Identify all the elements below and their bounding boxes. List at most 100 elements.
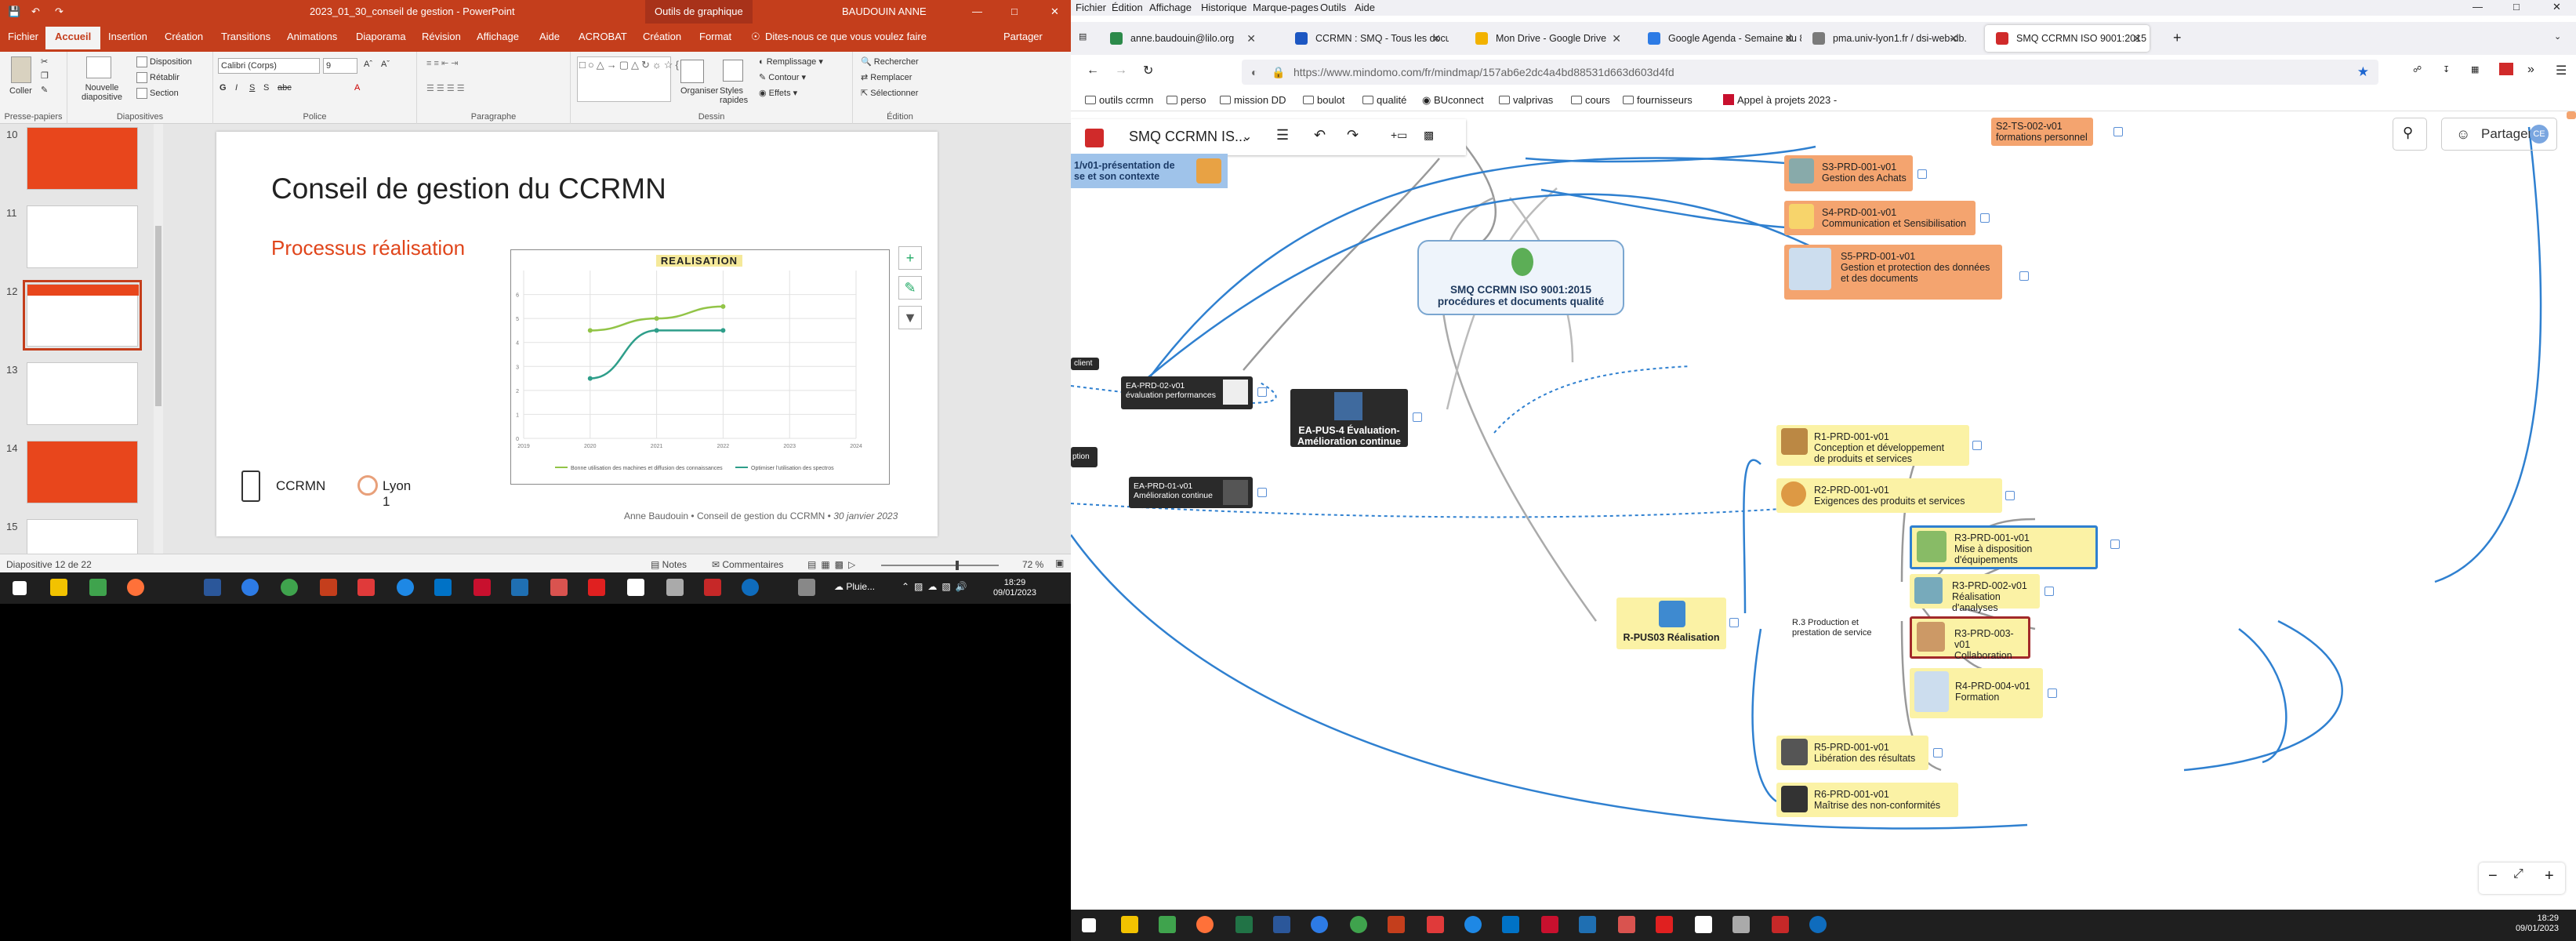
tab-creation[interactable]: Création xyxy=(165,31,203,42)
arrange-button[interactable]: Organiser xyxy=(680,86,718,96)
app-icon[interactable] xyxy=(1732,916,1750,933)
attachment-tag[interactable] xyxy=(1729,618,1739,627)
bullets-icon[interactable]: ≡ ≡ ⇤ ⇥ xyxy=(426,58,458,68)
node-r-pus03[interactable]: R-PUS03 Réalisation xyxy=(1616,598,1726,649)
node-presentation[interactable]: 1/v01-présentation de se et son contexte xyxy=(1071,154,1228,188)
menu-affichage[interactable]: Affichage xyxy=(1149,2,1192,13)
skype-icon[interactable] xyxy=(241,579,259,596)
quick-styles-button[interactable]: Styles rapides xyxy=(720,86,751,105)
maximize-icon[interactable]: □ xyxy=(2513,1,2520,13)
slide-thumbnail[interactable] xyxy=(27,127,138,190)
filezilla-icon[interactable] xyxy=(1772,916,1789,933)
font-size-select[interactable]: 9 xyxy=(323,58,357,74)
bookmark-folder[interactable]: mission DD xyxy=(1220,94,1286,106)
back-icon[interactable]: ← xyxy=(1087,64,1099,78)
shield-icon[interactable]: ◐ xyxy=(1251,66,1257,78)
browser-tab[interactable]: Mon Drive - Google Drive ✕ xyxy=(1464,25,1629,52)
browser-tab[interactable]: Google Agenda - Semaine du 8... ✕ xyxy=(1637,25,1801,52)
extension-icon[interactable]: ▦ xyxy=(2471,64,2479,74)
firefox-icon[interactable] xyxy=(127,579,144,596)
node-r5[interactable]: R5-PRD-001-v01 Libération des résultats xyxy=(1776,736,1928,770)
attachment-tag[interactable] xyxy=(1257,488,1267,497)
attachment-tag[interactable] xyxy=(1972,441,1982,450)
slide-title[interactable]: Conseil de gestion du CCRMN xyxy=(271,173,666,205)
attachment-tag[interactable] xyxy=(2113,127,2123,136)
search-app-icon[interactable] xyxy=(627,579,644,596)
font-color-icon[interactable]: A xyxy=(354,83,360,93)
italic-icon[interactable]: I xyxy=(235,83,238,93)
tab-chart-creation[interactable]: Création xyxy=(643,31,681,42)
powerpoint-icon[interactable] xyxy=(320,579,337,596)
tab-revision[interactable]: Révision xyxy=(422,31,461,42)
tab-transitions[interactable]: Transitions xyxy=(221,31,270,42)
word-icon[interactable] xyxy=(204,579,221,596)
chart-object[interactable]: 0 1 2 3 4 5 6 2019 2020 2021 2022 2023 2024 Bonne uti… xyxy=(510,249,890,485)
node-ea-prd02[interactable]: EA-PRD-02-v01 évaluation performances xyxy=(1121,376,1253,409)
node-ption[interactable]: ption xyxy=(1071,447,1098,467)
bold-icon[interactable]: G xyxy=(220,83,227,93)
search-app-icon[interactable] xyxy=(1695,916,1712,933)
add-subtopic-icon[interactable]: ▩ xyxy=(1424,129,1434,142)
tab-close-icon[interactable]: ✕ xyxy=(1784,32,1794,45)
tab-animations[interactable]: Animations xyxy=(287,31,337,42)
taskbar-clock[interactable]: 18:29 09/01/2023 xyxy=(2516,914,2559,934)
undo-icon[interactable]: ↶ xyxy=(1314,127,1326,144)
browser-tab[interactable]: pma.univ-lyon1.fr / dsi-web-db.univ✕ xyxy=(1801,25,1966,52)
tab-diaporama[interactable]: Diaporama xyxy=(356,31,406,42)
acrobat-icon[interactable] xyxy=(357,579,375,596)
browser-tab-active[interactable]: SMQ CCRMN ISO 9001:2015 pro...✕ xyxy=(1985,25,2150,52)
firefox-view-icon[interactable]: ▤ xyxy=(1079,31,1087,42)
close-icon[interactable]: ✕ xyxy=(1050,5,1059,18)
shadow-icon[interactable]: S xyxy=(263,83,269,93)
shapes-gallery[interactable]: □○△→▢△↻☼☆{} xyxy=(577,56,684,102)
windows-start-icon[interactable] xyxy=(13,581,27,595)
central-topic[interactable]: SMQ CCRMN ISO 9001:2015 procédures et do… xyxy=(1417,240,1624,315)
app-icon[interactable] xyxy=(550,579,568,596)
bookmark-folder[interactable]: outils ccrmn xyxy=(1085,94,1153,106)
map-title[interactable]: SMQ CCRMN IS... xyxy=(1129,129,1246,145)
view-buttons[interactable]: ▤▦▩▷ xyxy=(807,559,860,570)
downloads-icon[interactable]: ↧ xyxy=(2443,64,2450,74)
bookmark-folder[interactable]: fournisseurs xyxy=(1623,94,1693,106)
tab-insertion[interactable]: Insertion xyxy=(108,31,147,42)
format-painter-icon[interactable]: ✎ xyxy=(41,85,48,95)
node-s5[interactable]: S5-PRD-001-v01 Gestion et protection des … xyxy=(1784,245,2002,300)
windows-start-icon[interactable] xyxy=(1082,918,1096,932)
calculator-icon[interactable] xyxy=(511,579,528,596)
arrange-icon[interactable] xyxy=(680,60,704,83)
app-icon[interactable] xyxy=(1541,916,1558,933)
copy-icon[interactable]: ❐ xyxy=(41,71,49,81)
attachment-tag[interactable] xyxy=(2044,587,2054,596)
hamburger-menu-icon[interactable]: ☰ xyxy=(2556,63,2567,78)
pocket-icon[interactable]: ☍ xyxy=(2413,64,2422,74)
add-topic-icon[interactable]: +▭ xyxy=(1391,129,1407,142)
tab-close-icon[interactable]: ✕ xyxy=(1612,32,1621,45)
node-ea-prd01[interactable]: EA-PRD-01-v01 Amélioration continue xyxy=(1129,477,1253,508)
outlook-icon[interactable] xyxy=(1502,916,1519,933)
menu-fichier[interactable]: Fichier xyxy=(1076,2,1106,13)
menu-edition[interactable]: Édition xyxy=(1112,2,1143,13)
app-icon[interactable] xyxy=(1656,916,1673,933)
attachment-tag[interactable] xyxy=(1917,169,1927,179)
slide-thumbnail[interactable] xyxy=(27,362,138,425)
layout-button[interactable]: Disposition xyxy=(136,56,192,67)
chart-elements-button[interactable]: + xyxy=(898,246,922,270)
node-client[interactable]: client xyxy=(1071,358,1099,370)
menu-outils[interactable]: Outils xyxy=(1320,2,1346,13)
file-explorer-icon[interactable] xyxy=(1121,916,1138,933)
align-icons[interactable]: ☰ ☰ ☰ ☰ xyxy=(426,83,465,93)
taskbar-clock[interactable]: 18:29 09/01/2023 xyxy=(993,578,1036,598)
onedrive-icon[interactable] xyxy=(397,579,414,596)
extension-red-icon[interactable] xyxy=(2499,63,2513,75)
attachment-tag[interactable] xyxy=(2019,271,2029,281)
undo-icon[interactable]: ↶ xyxy=(31,5,40,18)
attachment-tag[interactable] xyxy=(2110,540,2120,549)
minimize-icon[interactable]: — xyxy=(972,5,982,17)
tab-fichier[interactable]: Fichier xyxy=(8,31,38,42)
tab-close-icon[interactable]: ✕ xyxy=(1246,32,1256,45)
node-s4[interactable]: S4-PRD-001-v01 Communication et Sensibili… xyxy=(1784,201,1976,235)
zoom-level[interactable]: 72 % xyxy=(1022,559,1043,570)
node-r3-2[interactable]: R3-PRD-002-v01 Réalisation d'analyses xyxy=(1910,574,2040,613)
close-icon[interactable]: ✕ xyxy=(2552,1,2561,13)
menu-aide[interactable]: Aide xyxy=(1355,2,1375,13)
